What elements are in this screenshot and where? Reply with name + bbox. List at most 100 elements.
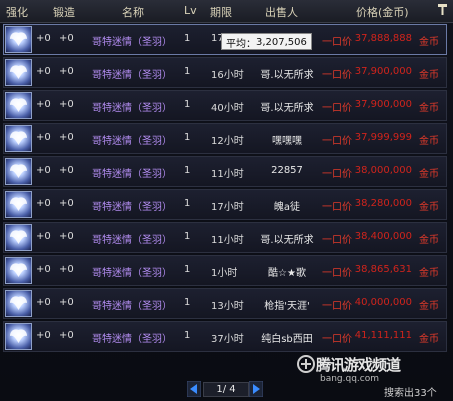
strengthen-value: +0 <box>36 231 51 242</box>
item-level: 1 <box>184 231 191 242</box>
col-strengthen[interactable]: 强化 <box>6 4 28 20</box>
forge-value: +0 <box>59 330 74 341</box>
wing-item-icon <box>5 26 32 53</box>
price-value: 37,999,999 <box>354 132 412 143</box>
price-value: 38,865,631 <box>354 264 412 275</box>
seller-name: 酷☆★歌 <box>268 268 306 279</box>
currency-label: 金币 <box>419 301 439 312</box>
item-name: 哥特迷情（圣羽） <box>92 136 172 147</box>
col-price[interactable]: 价格(金币) <box>356 4 409 20</box>
average-price-tooltip: 平均：3,207,506 <box>221 33 312 50</box>
buyout-label: 一口价 <box>322 268 352 279</box>
col-forge[interactable]: 锻造 <box>53 4 75 20</box>
item-period: 16小时 <box>211 70 244 81</box>
logo-mark-icon <box>297 355 315 373</box>
table-row[interactable]: +0 +0 哥特迷情（圣羽） 1 12小时 嘿嘿嘿 一口价 37,999,999… <box>3 123 447 154</box>
currency-label: 金币 <box>419 334 439 345</box>
item-level: 1 <box>184 165 191 176</box>
table-row[interactable]: +0 +0 哥特迷情（圣羽） 1 40小时 哥.以无所求 一口价 37,900,… <box>3 90 447 121</box>
triangle-left-icon[interactable] <box>186 380 202 398</box>
hammer-icon[interactable] <box>437 3 448 19</box>
forge-value: +0 <box>59 66 74 77</box>
seller-name: 哥.以无所求 <box>260 235 314 246</box>
strengthen-value: +0 <box>36 198 51 209</box>
strengthen-value: +0 <box>36 264 51 275</box>
table-header: 强化 锻造 名称 Lv 期限 出售人 价格(金币) <box>0 0 453 23</box>
wing-item-icon <box>5 290 32 317</box>
price-value: 37,900,000 <box>354 66 412 77</box>
table-row[interactable]: +0 +0 哥特迷情（圣羽） 1 16小时 哥.以无所求 一口价 37,900,… <box>3 57 447 88</box>
item-period: 37小时 <box>211 334 244 345</box>
currency-label: 金币 <box>419 235 439 246</box>
table-row[interactable]: +0 +0 哥特迷情（圣羽） 1 37小时 纯白sb西田 一口价 41,111,… <box>3 321 447 352</box>
currency-label: 金币 <box>419 268 439 279</box>
triangle-right-icon[interactable] <box>248 380 264 398</box>
table-row[interactable]: +0 +0 哥特迷情（圣羽） 1 11小时 哥.以无所求 一口价 38,400,… <box>3 222 447 253</box>
strengthen-value: +0 <box>36 132 51 143</box>
wing-item-icon <box>5 323 32 350</box>
pagination: 1/ 4 <box>186 380 264 398</box>
table-row[interactable]: +0 +0 哥特迷情（圣羽） 1 1小时 酷☆★歌 一口价 38,865,631… <box>3 255 447 286</box>
item-period: 11小时 <box>211 169 244 180</box>
auction-window: 强化 锻造 名称 Lv 期限 出售人 价格(金币) +0 +0 哥特迷情（圣羽）… <box>0 0 453 400</box>
strengthen-value: +0 <box>36 66 51 77</box>
buyout-label: 一口价 <box>322 202 352 213</box>
wing-item-icon <box>5 92 32 119</box>
item-level: 1 <box>184 66 191 77</box>
tencent-games-logo: 腾讯游戏频道 bang.qq.com <box>294 352 450 396</box>
buyout-label: 一口价 <box>322 301 352 312</box>
table-row[interactable]: +0 +0 哥特迷情（圣羽） 1 11小时 22857 一口价 38,000,0… <box>3 156 447 187</box>
col-level[interactable]: Lv <box>184 4 197 17</box>
col-name[interactable]: 名称 <box>122 4 144 20</box>
wing-item-icon <box>5 125 32 152</box>
col-period[interactable]: 期限 <box>210 4 232 20</box>
table-row[interactable]: +0 +0 哥特迷情（圣羽） 1 13小时 枪指'天涯' 一口价 40,000,… <box>3 288 447 319</box>
item-level: 1 <box>184 297 191 308</box>
price-value: 38,000,000 <box>354 165 412 176</box>
buyout-label: 一口价 <box>322 169 352 180</box>
item-period: 13小时 <box>211 301 244 312</box>
tooltip-value: 3,207,506 <box>256 37 307 48</box>
item-name: 哥特迷情（圣羽） <box>92 37 172 48</box>
currency-label: 金币 <box>419 103 439 114</box>
strengthen-value: +0 <box>36 330 51 341</box>
forge-value: +0 <box>59 99 74 110</box>
item-period: 17小时 <box>211 202 244 213</box>
price-value: 38,400,000 <box>354 231 412 242</box>
item-name: 哥特迷情（圣羽） <box>92 268 172 279</box>
item-level: 1 <box>184 264 191 275</box>
item-name: 哥特迷情（圣羽） <box>92 334 172 345</box>
seller-name: 枪指'天涯' <box>264 301 310 312</box>
strengthen-value: +0 <box>36 297 51 308</box>
item-level: 1 <box>184 132 191 143</box>
currency-label: 金币 <box>419 136 439 147</box>
buyout-label: 一口价 <box>322 103 352 114</box>
item-name: 哥特迷情（圣羽） <box>92 103 172 114</box>
forge-value: +0 <box>59 33 74 44</box>
price-value: 38,280,000 <box>354 198 412 209</box>
col-seller[interactable]: 出售人 <box>265 4 298 20</box>
item-level: 1 <box>184 330 191 341</box>
currency-label: 金币 <box>419 37 439 48</box>
wing-item-icon <box>5 191 32 218</box>
logo-site: bang.qq.com <box>320 374 380 384</box>
price-value: 37,900,000 <box>354 99 412 110</box>
forge-value: +0 <box>59 132 74 143</box>
seller-name: 嘿嘿嘿 <box>272 136 302 147</box>
seller-name: 纯白sb西田 <box>261 334 313 345</box>
forge-value: +0 <box>59 198 74 209</box>
item-level: 1 <box>184 33 191 44</box>
item-name: 哥特迷情（圣羽） <box>92 301 172 312</box>
forge-value: +0 <box>59 231 74 242</box>
item-name: 哥特迷情（圣羽） <box>92 202 172 213</box>
logo-title: 腾讯游戏频道 <box>316 356 401 374</box>
buyout-label: 一口价 <box>322 136 352 147</box>
wing-item-icon <box>5 59 32 86</box>
strengthen-value: +0 <box>36 165 51 176</box>
seller-name: 魄a徒 <box>273 202 301 213</box>
wing-item-icon <box>5 224 32 251</box>
forge-value: +0 <box>59 165 74 176</box>
buyout-label: 一口价 <box>322 334 352 345</box>
table-row[interactable]: +0 +0 哥特迷情（圣羽） 1 17小时 魄a徒 一口价 38,280,000… <box>3 189 447 220</box>
item-name: 哥特迷情（圣羽） <box>92 169 172 180</box>
